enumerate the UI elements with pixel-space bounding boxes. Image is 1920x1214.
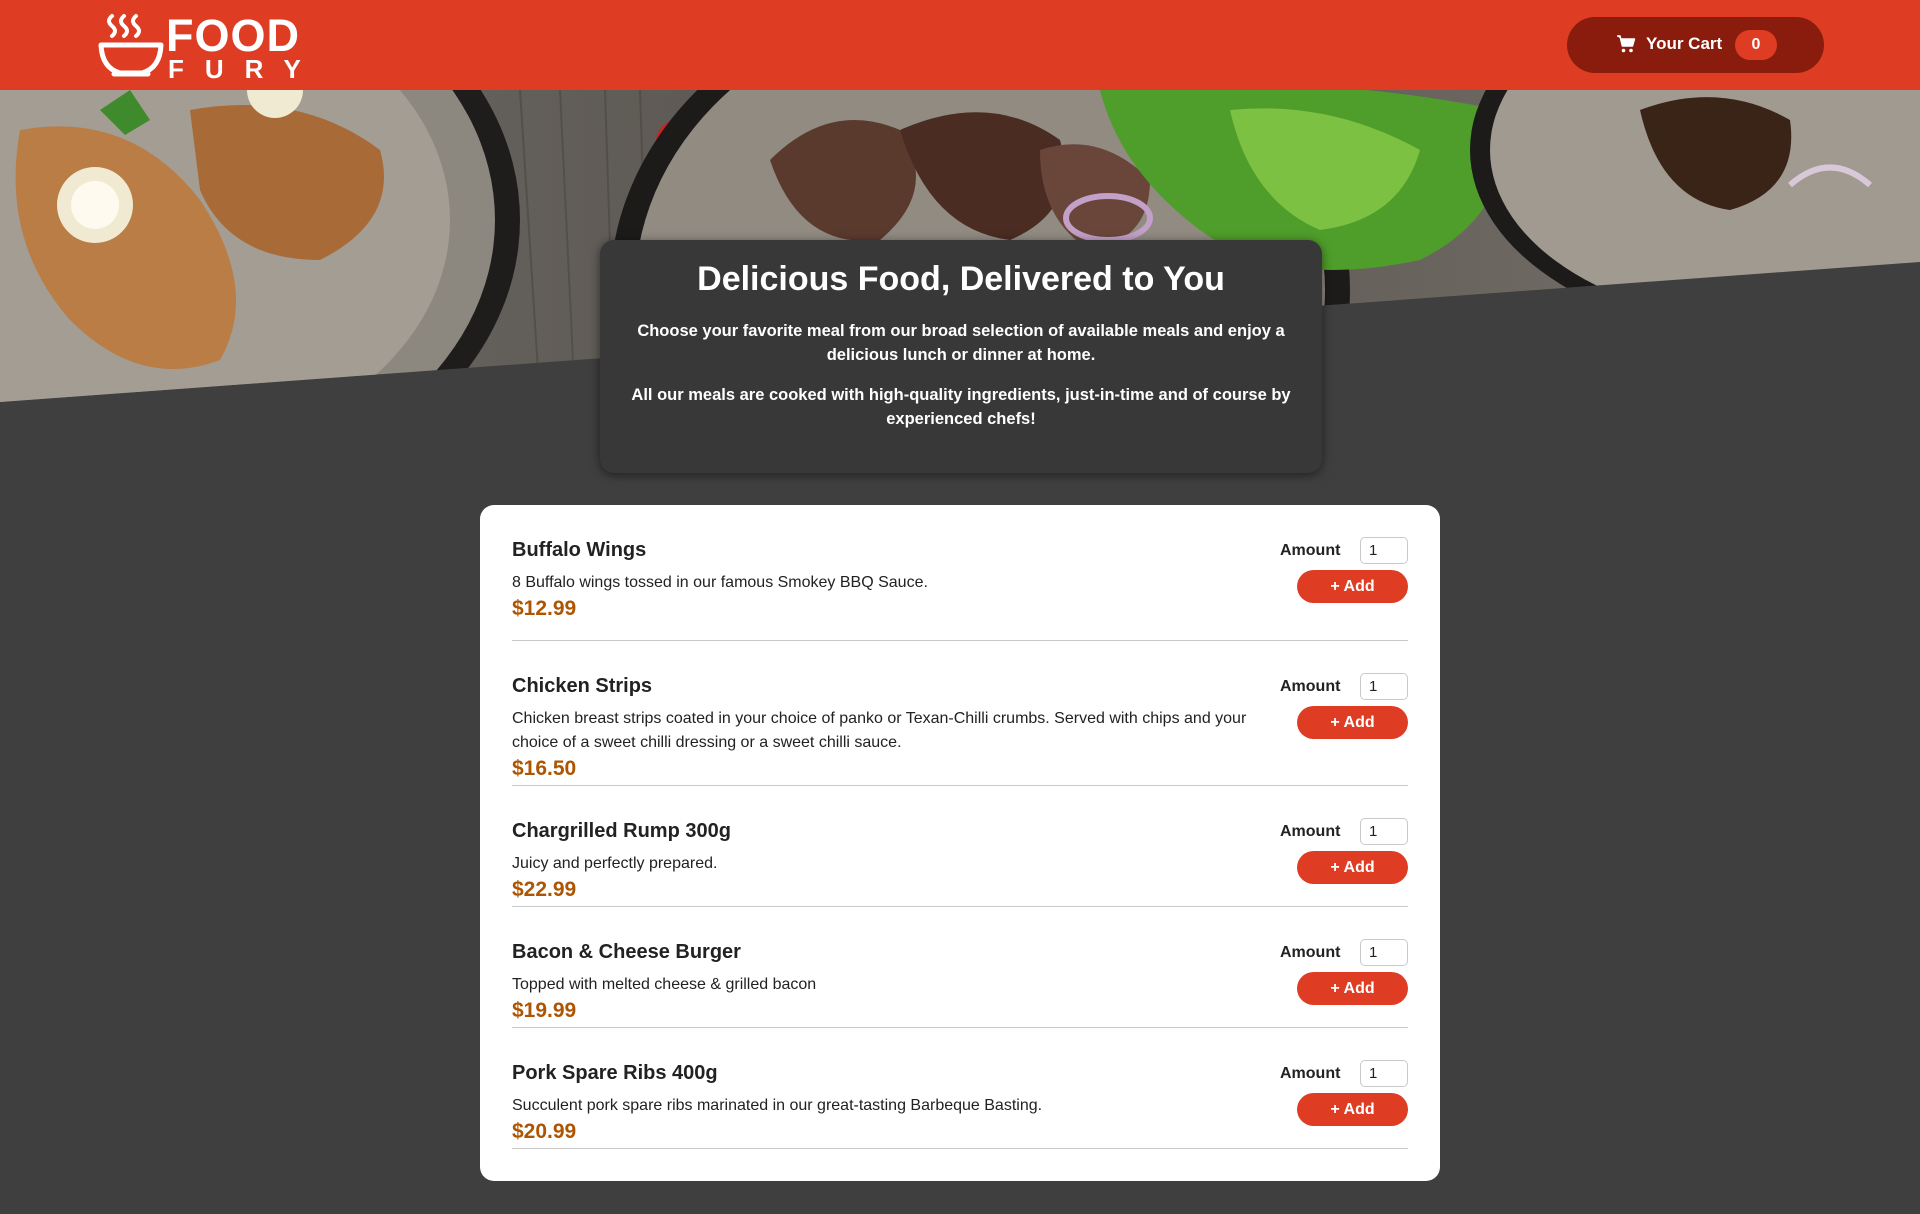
meal-description: Juicy and perfectly prepared. [512, 855, 718, 872]
intro-paragraph-2: All our meals are cooked with high-quali… [631, 386, 1291, 428]
cart-label: Your Cart [1646, 34, 1723, 53]
amount-label: Amount [1280, 823, 1341, 840]
amount-input[interactable] [1360, 673, 1408, 700]
meal-description: Succulent pork spare ribs marinated in o… [512, 1097, 1043, 1114]
meal-description: Chicken breast strips coated in your cho… [512, 710, 1247, 751]
meal-price: $12.99 [512, 597, 577, 620]
amount-label: Amount [1280, 678, 1341, 695]
add-to-cart-button[interactable]: + Add [1297, 1093, 1408, 1126]
amount-input[interactable] [1360, 1060, 1408, 1087]
meal-description: 8 Buffalo wings tossed in our famous Smo… [512, 574, 928, 591]
meal-item: Pork Spare Ribs 400g Succulent pork spar… [512, 1028, 1408, 1149]
meal-item: Chargrilled Rump 300g Juicy and perfectl… [512, 786, 1408, 907]
intro-card: Delicious Food, Delivered to You Choose … [600, 240, 1322, 473]
meal-price: $16.50 [512, 757, 577, 780]
meal-name: Buffalo Wings [512, 539, 647, 561]
add-to-cart-button[interactable]: + Add [1297, 706, 1408, 739]
meal-name: Bacon & Cheese Burger [512, 941, 741, 963]
meal-item: Buffalo Wings 8 Buffalo wings tossed in … [512, 505, 1408, 641]
meal-price: $19.99 [512, 999, 577, 1022]
add-to-cart-button[interactable]: + Add [1297, 972, 1408, 1005]
amount-label: Amount [1280, 542, 1341, 559]
amount-label: Amount [1280, 1065, 1341, 1082]
amount-label: Amount [1280, 944, 1341, 961]
amount-input[interactable] [1360, 939, 1408, 966]
intro-title: Delicious Food, Delivered to You [697, 260, 1225, 298]
add-to-cart-button[interactable]: + Add [1297, 851, 1408, 884]
soup-bowl-logo-icon [98, 14, 164, 77]
add-to-cart-button[interactable]: + Add [1297, 570, 1408, 603]
logo[interactable]: FOOD FURY [98, 10, 301, 84]
amount-input[interactable] [1360, 537, 1408, 564]
cart-button[interactable]: Your Cart 0 [1567, 17, 1824, 73]
meal-item: Bacon & Cheese Burger Topped with melted… [512, 907, 1408, 1028]
meal-name: Chicken Strips [512, 675, 653, 697]
intro-paragraph-1: Choose your favorite meal from our broad… [637, 322, 1285, 364]
cart-count-badge: 0 [1735, 30, 1777, 60]
meals-list: Buffalo Wings 8 Buffalo wings tossed in … [480, 505, 1440, 1181]
meal-item: Chicken Strips Chicken breast strips coa… [512, 641, 1408, 786]
shopping-cart-icon [1617, 35, 1636, 53]
meal-price: $20.99 [512, 1120, 577, 1143]
meal-price: $22.99 [512, 878, 577, 901]
meal-name: Pork Spare Ribs 400g [512, 1062, 718, 1084]
site-header: FOOD FURY Your Cart 0 [0, 0, 1920, 90]
amount-input[interactable] [1360, 818, 1408, 845]
meal-name: Chargrilled Rump 300g [512, 820, 731, 842]
logo-subtitle: FURY [168, 54, 322, 84]
meal-description: Topped with melted cheese & grilled baco… [512, 976, 817, 993]
